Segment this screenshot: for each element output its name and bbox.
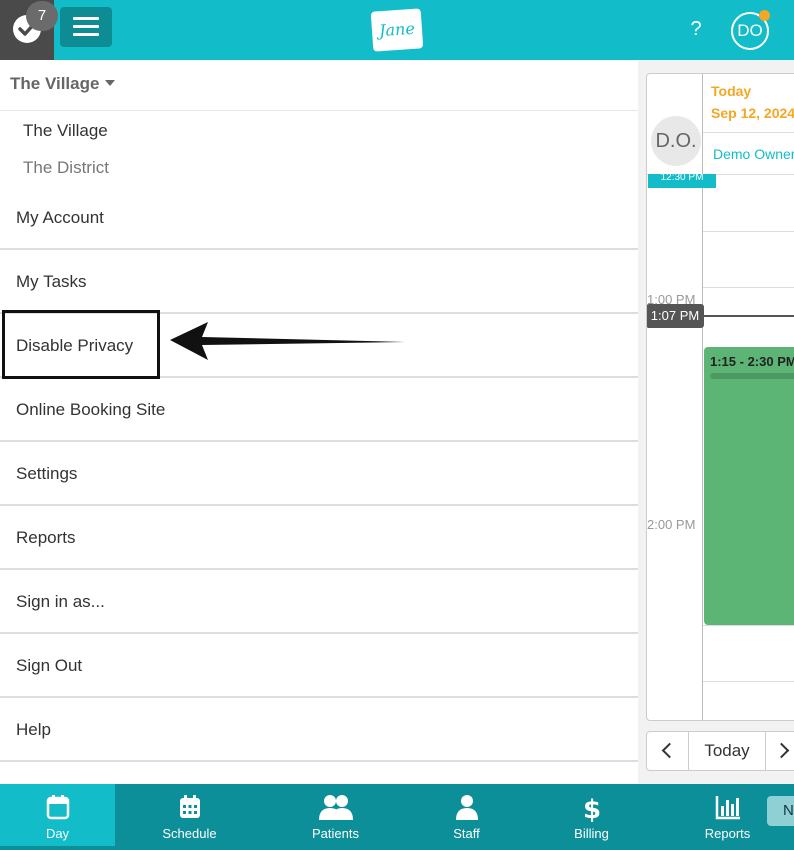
menu-item-settings[interactable]: Settings xyxy=(0,442,638,506)
location-item-the-district[interactable]: The District xyxy=(23,158,109,178)
divider xyxy=(703,132,794,133)
next-day-button[interactable] xyxy=(766,732,794,770)
today-label: Today xyxy=(711,83,752,99)
time-chip-1230: 12:30 PM xyxy=(648,174,716,188)
tab-label: Day xyxy=(45,826,70,841)
tab-label: Schedule xyxy=(162,826,217,841)
tab-label: Patients xyxy=(312,826,359,841)
grid-line xyxy=(703,681,794,682)
task-count-badge: 7 xyxy=(26,1,58,31)
tab-staff[interactable]: Staff xyxy=(409,784,524,846)
calendar-panel: Today Sep 12, 2024 D.O. Demo Owner 12:30… xyxy=(638,60,794,784)
hamburger-menu-button[interactable] xyxy=(60,7,112,47)
calendar-grid-icon xyxy=(179,795,200,818)
calendar-grid: Today Sep 12, 2024 D.O. Demo Owner 12:30… xyxy=(646,73,794,721)
calendar-day-icon xyxy=(46,795,69,820)
menu-item-label: My Tasks xyxy=(16,272,87,291)
grid-line xyxy=(703,287,794,288)
current-time-chip: 1:07 PM xyxy=(647,304,704,328)
calendar-navigation: Today xyxy=(646,731,794,771)
menu-item-label: Settings xyxy=(16,464,78,483)
menu-item-label: Sign Out xyxy=(16,656,83,675)
calendar-date: Sep 12, 2024 xyxy=(711,105,794,121)
hamburger-icon xyxy=(73,17,99,20)
side-menu: The Village The Village The District My … xyxy=(0,60,638,784)
divider xyxy=(0,110,638,111)
menu-item-sign-out[interactable]: Sign Out xyxy=(0,634,638,698)
notification-dot xyxy=(759,10,770,21)
user-icon xyxy=(455,795,478,820)
staff-avatar: D.O. xyxy=(651,116,701,166)
chevron-right-icon xyxy=(773,742,790,759)
time-label-2pm: 2:00 PM xyxy=(647,517,696,532)
tab-label: Billing xyxy=(574,826,609,841)
menu-item-label: Help xyxy=(16,720,51,739)
appointment-time: 1:15 - 2:30 PM xyxy=(710,354,794,369)
annotation-highlight-box xyxy=(2,310,160,379)
top-bar: 7 Jane ? DO xyxy=(0,0,794,60)
new-button[interactable]: N xyxy=(767,796,794,826)
appointment-details-redacted xyxy=(710,373,794,379)
grid-line xyxy=(703,625,794,626)
logo-text: Jane xyxy=(378,18,416,41)
tab-patients[interactable]: Patients xyxy=(278,784,393,846)
bar-chart-icon xyxy=(715,796,740,820)
annotation-arrow-icon xyxy=(170,322,405,360)
tab-billing[interactable]: $ Billing xyxy=(534,784,649,846)
menu-item-label: Reports xyxy=(16,528,76,547)
grid-line xyxy=(703,231,794,232)
caret-down-icon xyxy=(105,80,116,86)
hamburger-icon-bar xyxy=(73,33,99,36)
menu-item-online-booking-site[interactable]: Online Booking Site xyxy=(0,378,638,442)
location-dropdown-label: The Village xyxy=(10,74,100,93)
menu-item-label: Sign in as... xyxy=(16,592,105,611)
menu-item-label: Online Booking Site xyxy=(16,400,166,419)
menu-item-sign-in-as[interactable]: Sign in as... xyxy=(0,570,638,634)
chevron-left-icon xyxy=(661,742,678,759)
current-time-line xyxy=(703,315,794,317)
location-dropdown[interactable]: The Village xyxy=(10,74,116,94)
today-button[interactable]: Today xyxy=(689,732,766,770)
menu-item-label: My Account xyxy=(16,208,104,227)
tab-label: Staff xyxy=(453,826,480,841)
jane-logo[interactable]: Jane xyxy=(370,8,424,52)
tab-day[interactable]: Day xyxy=(0,784,115,846)
previous-day-button[interactable] xyxy=(647,732,689,770)
svg-text:$: $ xyxy=(582,795,600,822)
staff-name[interactable]: Demo Owner xyxy=(713,146,794,162)
hamburger-icon-bar xyxy=(73,25,99,28)
menu-item-help[interactable]: Help xyxy=(0,698,638,762)
dollar-icon: $ xyxy=(582,795,600,822)
tab-schedule[interactable]: Schedule xyxy=(132,784,247,846)
appointment-block[interactable]: 1:15 - 2:30 PM xyxy=(704,347,794,625)
tab-label: Reports xyxy=(704,826,751,841)
bottom-nav: Day Schedule Patients Staff $ Billing Re… xyxy=(0,784,794,850)
menu-item-my-account[interactable]: My Account xyxy=(0,186,638,250)
users-icon xyxy=(318,795,353,820)
help-button[interactable]: ? xyxy=(686,18,706,41)
menu-item-my-tasks[interactable]: My Tasks xyxy=(0,250,638,314)
time-column xyxy=(647,74,703,720)
location-item-the-village[interactable]: The Village xyxy=(23,121,108,141)
menu-item-reports[interactable]: Reports xyxy=(0,506,638,570)
